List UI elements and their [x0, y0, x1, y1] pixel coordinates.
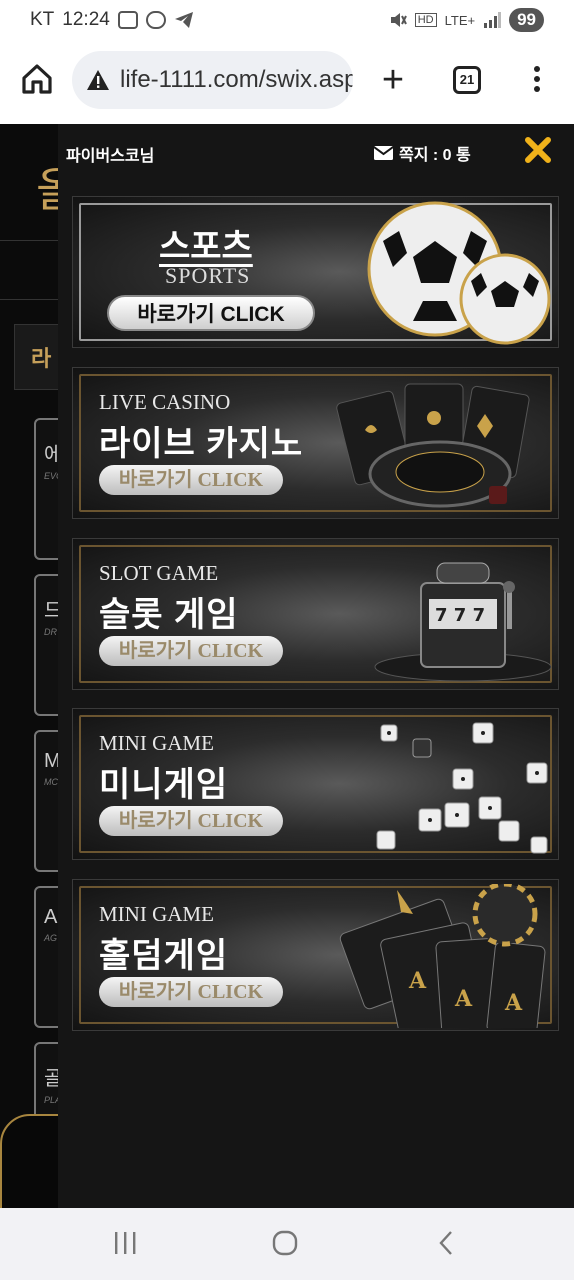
address-bar[interactable]: life-1111.com/swix.asp — [72, 51, 353, 109]
back-button[interactable] — [434, 1230, 460, 1261]
banner-click-button[interactable]: 바로가기 CLICK — [99, 977, 283, 1007]
envelope-icon — [374, 146, 393, 160]
background-tab: 라 — [14, 324, 58, 390]
carrier-label: KT — [30, 9, 55, 30]
svg-text:A: A — [408, 968, 427, 994]
dice-icon — [376, 722, 548, 854]
messages-link[interactable]: 쪽지 : 0 통 — [374, 141, 471, 165]
banner-subtitle: MINI GAME — [99, 731, 214, 755]
back-icon — [439, 1231, 452, 1255]
svg-text:A: A — [454, 986, 473, 1012]
live-casino-banner[interactable]: LIVE CASINO 라이브 카지노 바로가기 CLICK — [72, 367, 559, 519]
svg-text:7 7 7: 7 7 7 — [435, 605, 485, 626]
close-icon[interactable] — [524, 136, 552, 164]
browser-toolbar: life-1111.com/swix.asp + 21 — [0, 38, 574, 124]
messages-count-label: 쪽지 : 0 통 — [399, 147, 471, 164]
clock: 12:24 — [62, 9, 110, 30]
status-bar: KT 12:24 HD LTE+ 99 — [0, 0, 574, 38]
slot-machine-icon: 7 7 7 — [374, 562, 552, 682]
battery-badge: 99 — [509, 8, 544, 32]
background-page: 올 라 에EVC 드DR MMC AAG 골PLA — [0, 124, 58, 1208]
background-card: 에EVC — [34, 418, 58, 560]
telegram-icon — [174, 12, 193, 28]
recent-apps-button[interactable] — [112, 1230, 138, 1261]
roulette-cards-icon — [336, 383, 530, 508]
panel-header: 파이버스코님 쪽지 : 0 통 — [58, 124, 574, 180]
banner-subtitle: LIVE CASINO — [99, 390, 231, 414]
record-icon — [145, 11, 166, 29]
tab-switcher-button[interactable]: 21 — [453, 66, 481, 94]
nav-strip — [0, 240, 58, 300]
hd-icon: HD — [414, 13, 437, 27]
more-menu-icon[interactable] — [530, 66, 544, 96]
banner-click-button[interactable]: 바로가기 CLICK — [99, 465, 283, 495]
background-corner-frame — [0, 1114, 58, 1208]
slot-game-banner[interactable]: SLOT GAME 슬롯 게임 바로가기 CLICK 7 7 7 — [72, 538, 559, 690]
background-card: A AG — [34, 886, 58, 1028]
banner-title: 슬롯 게임 — [99, 596, 239, 634]
background-card: M MC — [34, 730, 58, 872]
banner-title: 미니게임 — [99, 766, 229, 804]
username-label: 파이버스코님 — [66, 148, 155, 165]
home-icon[interactable] — [18, 60, 56, 98]
banner-title: 라이브 카지노 — [99, 425, 304, 463]
home-circle-icon — [272, 1230, 298, 1256]
playing-cards-icon: AA A — [339, 884, 546, 1028]
side-menu-panel: 파이버스코님 쪽지 : 0 통 스포츠 SPORTS 바로가기 CLICK LI… — [58, 124, 574, 1208]
soccer-ball-icon — [367, 201, 551, 345]
svg-text:A: A — [504, 990, 523, 1016]
site-logo: 올 — [36, 164, 58, 216]
holdem-game-banner[interactable]: MINI GAME 홀덤게임 바로가기 CLICK A A A — [72, 879, 559, 1031]
signal-icon — [484, 12, 502, 28]
banner-click-button[interactable]: 바로가기 CLICK — [99, 636, 283, 666]
home-button[interactable] — [272, 1230, 298, 1261]
banner-title: 홀덤게임 — [99, 937, 229, 975]
system-nav-bar — [0, 1208, 574, 1280]
sports-banner[interactable]: 스포츠 SPORTS 바로가기 CLICK — [72, 196, 559, 348]
mini-game-banner[interactable]: MINI GAME 미니게임 바로가기 CLICK — [72, 708, 559, 860]
banner-subtitle: SLOT GAME — [99, 561, 219, 585]
mute-icon — [390, 13, 407, 27]
banner-title: 스포츠 — [159, 228, 253, 266]
screenshot-icon — [117, 11, 138, 29]
url-text: life-1111.com/swix.asp — [120, 66, 353, 93]
banner-click-button[interactable]: 바로가기 CLICK — [107, 295, 315, 331]
warning-icon[interactable] — [86, 69, 110, 91]
network-label: LTE+ — [444, 12, 476, 28]
new-tab-button[interactable]: + — [374, 58, 412, 102]
banner-subtitle: SPORTS — [165, 263, 251, 288]
recent-apps-icon — [115, 1232, 136, 1254]
banner-subtitle: MINI GAME — [99, 902, 214, 926]
banner-click-button[interactable]: 바로가기 CLICK — [99, 806, 283, 836]
background-card: 드 DR — [34, 574, 58, 716]
